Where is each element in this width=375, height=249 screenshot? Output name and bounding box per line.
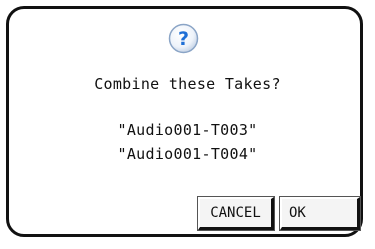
dialog-message: Combine these Takes? [94,75,281,93]
ok-button-label: OK [289,205,306,221]
question-icon: ? [168,23,199,54]
cancel-button[interactable]: CANCEL [197,196,275,231]
take-name-1: "Audio001-T003" [117,121,258,139]
cancel-button-label: CANCEL [210,205,261,221]
take-name-2: "Audio001-T004" [117,145,258,163]
question-icon-glyph: ? [178,28,189,50]
ok-button[interactable]: OK [279,196,361,231]
